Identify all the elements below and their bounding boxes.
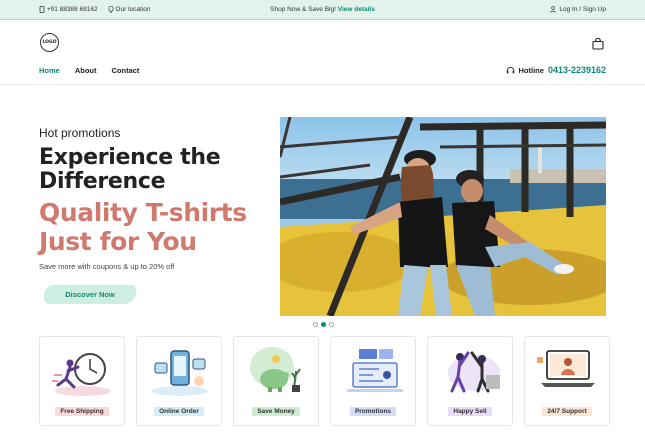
hotline-label: Hotline [518,65,544,75]
feature-card-promotions[interactable]: Promotions [330,336,416,426]
topbar: +91 88388 69162 Our location Shop Now & … [0,0,645,20]
account-link[interactable]: Log In / Sign Up [550,6,606,13]
feature-card-happy-sell[interactable]: Happy Sell [427,336,513,426]
nav-home[interactable]: Home [39,66,60,75]
user-icon [550,6,557,13]
hero-heading-line1: Experience the [39,145,221,170]
feature-label-free-shipping: Free Shipping [55,407,109,416]
carousel-dot-2[interactable] [321,322,326,327]
hero-heading-line2: Difference [39,169,166,194]
feature-card-online-order[interactable]: Online Order [136,336,222,426]
account-label: Log In / Sign Up [559,6,606,13]
feature-label-online-order: Online Order [154,407,204,416]
headset-icon [506,66,514,73]
nav-contact[interactable]: Contact [112,66,140,75]
piggy-bank-icon [250,347,301,392]
feature-card-save-money[interactable]: Save Money [233,336,319,426]
hero-subtext: Save more with coupons & up to 20% off [39,262,175,271]
hero-kicker: Hot promotions [39,126,121,140]
carousel-dot-1[interactable] [313,322,318,327]
site-logo[interactable]: LOGO [40,33,59,52]
feature-cards: Free Shipping Online Order Save Money Pr… [39,336,610,426]
high-five-icon [448,351,500,393]
feature-card-support[interactable]: 24/7 Support [524,336,610,426]
carousel-dot-3[interactable] [329,322,334,327]
feature-label-happy-sell: Happy Sell [448,407,492,416]
topbar-promo: Shop Now & Save Big! View details [0,6,645,13]
hotline-number[interactable]: 0413-2239162 [548,65,606,75]
hero-image [280,117,606,316]
carousel-dots [313,322,334,327]
feature-label-save-money: Save Money [252,407,300,416]
main-nav: Home About Contact [39,66,139,75]
discover-now-button[interactable]: Discover Now [44,285,136,304]
feature-label-promotions: Promotions [349,407,397,416]
promo-text: Shop Now & Save Big! [270,6,336,13]
promo-board-icon [347,349,403,392]
shopping-bag-icon[interactable] [592,38,604,50]
hero-accent-line1: Quality T-shirts [39,198,247,227]
clock-runner-icon [52,353,111,396]
promo-link[interactable]: View details [338,6,375,13]
hero-photo-illustration [280,117,606,316]
hotline[interactable]: Hotline 0413-2239162 [506,65,606,75]
support-laptop-icon [537,350,595,387]
header-divider [0,84,645,85]
hero-accent-heading: Quality T-shirts Just for You [39,198,247,256]
phone-order-icon [152,350,208,396]
feature-card-free-shipping[interactable]: Free Shipping [39,336,125,426]
hero-accent-line2: Just for You [39,227,197,256]
feature-label-support: 24/7 Support [542,407,592,416]
logo-text: LOGO [42,40,57,45]
nav-about[interactable]: About [75,66,97,75]
hero-heading: Experience the Difference [39,145,221,194]
